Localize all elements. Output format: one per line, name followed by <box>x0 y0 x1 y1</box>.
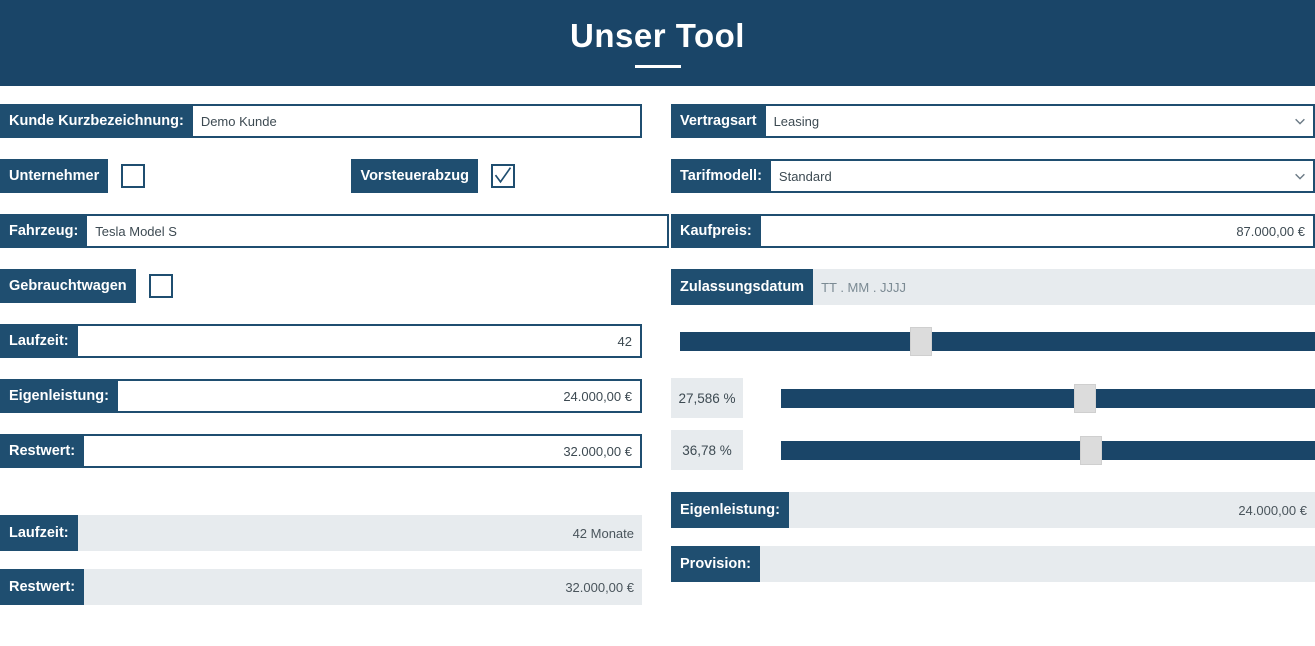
tarifmodell-value: Standard <box>778 168 832 184</box>
field-tarifmodell: Tarifmodell: Standard <box>671 159 1315 193</box>
field-fahrzeug: Fahrzeug: Tesla Model S <box>0 214 669 248</box>
vorsteuerabzug-checkbox[interactable] <box>491 164 515 188</box>
laufzeit-slider-thumb[interactable] <box>910 326 933 356</box>
vertragsart-label: Vertragsart <box>671 104 766 138</box>
unternehmer-label: Unternehmer <box>0 159 109 193</box>
summary-row-restwert: Restwert: 32.000,00 € <box>0 569 642 605</box>
zulassungsdatum-placeholder: TT . MM . JJJJ <box>821 279 907 295</box>
laufzeit-input[interactable]: 42 <box>77 324 642 358</box>
unternehmer-checkbox[interactable] <box>121 164 146 188</box>
unternehmer-group: Unternehmer <box>0 159 146 193</box>
summary-row-eigenleistung: Eigenleistung: 24.000,00 € <box>671 492 1315 528</box>
restwert-slider[interactable] <box>781 435 1315 465</box>
kaufpreis-label: Kaufpreis: <box>671 214 761 248</box>
summary-restwert-label: Restwert: <box>0 569 85 605</box>
field-kunde-kurzbezeichnung: Kunde Kurzbezeichnung: Demo Kunde <box>0 104 642 138</box>
fahrzeug-value: Tesla Model S <box>95 223 177 239</box>
kaufpreis-input[interactable]: 87.000,00 € <box>760 214 1315 248</box>
field-laufzeit: Laufzeit: 42 <box>0 324 642 358</box>
gebrauchtwagen-label: Gebrauchtwagen <box>0 269 136 303</box>
field-eigenleistung: Eigenleistung: 24.000,00 € <box>0 379 642 413</box>
laufzeit-slider-track[interactable] <box>680 331 1315 351</box>
fahrzeug-label: Fahrzeug: <box>0 214 88 248</box>
fahrzeug-input[interactable]: Tesla Model S <box>87 214 669 248</box>
slider-row-laufzeit <box>671 321 1315 361</box>
restwert-label: Restwert: <box>0 434 85 468</box>
summary-provision-label: Provision: <box>671 546 760 582</box>
field-kaufpreis: Kaufpreis: 87.000,00 € <box>671 214 1315 248</box>
form-content: Kunde Kurzbezeichnung: Demo Kunde Untern… <box>0 86 1315 646</box>
summary-row-laufzeit: Laufzeit: 42 Monate <box>0 515 642 551</box>
summary-laufzeit-value-box: 42 Monate <box>77 515 642 551</box>
eigenleistung-slider-thumb[interactable] <box>1074 383 1097 413</box>
vertragsart-select[interactable]: Leasing <box>765 104 1315 138</box>
zulassungsdatum-input[interactable]: TT . MM . JJJJ <box>813 269 1315 305</box>
slider-row-restwert: 36,78 % <box>671 430 1315 470</box>
chevron-down-icon[interactable] <box>1293 114 1307 128</box>
eigenleistung-input[interactable]: 24.000,00 € <box>117 379 642 413</box>
checkbox-row-unternehmer-vorsteuerabzug: Unternehmer Vorsteuerabzug <box>0 159 642 193</box>
gebrauchtwagen-group: Gebrauchtwagen <box>0 269 173 303</box>
gebrauchtwagen-checkbox[interactable] <box>148 274 173 298</box>
summary-eigenleistung-value-box: 24.000,00 € <box>788 492 1315 528</box>
summary-restwert-value: 32.000,00 € <box>565 579 634 595</box>
field-restwert: Restwert: 32.000,00 € <box>0 434 642 468</box>
checkbox-row-gebrauchtwagen: Gebrauchtwagen <box>0 269 642 303</box>
laufzeit-label: Laufzeit: <box>0 324 78 358</box>
right-column: Vertragsart Leasing Tarifmodell: Standar… <box>671 86 1315 582</box>
kunde-kurzbezeichnung-label: Kunde Kurzbezeichnung: <box>0 104 193 138</box>
summary-laufzeit-value: 42 Monate <box>572 525 634 541</box>
checkmark-icon <box>494 167 512 184</box>
restwert-percent-value: 36,78 % <box>682 442 732 458</box>
left-column: Kunde Kurzbezeichnung: Demo Kunde Untern… <box>0 86 669 605</box>
eigenleistung-label: Eigenleistung: <box>0 379 118 413</box>
summary-eigenleistung-label: Eigenleistung: <box>671 492 789 528</box>
kaufpreis-value: 87.000,00 € <box>1236 223 1305 239</box>
summary-row-provision: Provision: <box>671 546 1315 582</box>
restwert-slider-track[interactable] <box>781 440 1315 460</box>
vorsteuerabzug-group: Vorsteuerabzug <box>351 159 515 193</box>
eigenleistung-percent-box: 27,586 % <box>671 378 743 418</box>
laufzeit-slider[interactable] <box>680 326 1315 356</box>
restwert-slider-thumb[interactable] <box>1079 435 1102 465</box>
zulassungsdatum-label: Zulassungsdatum <box>671 269 814 305</box>
summary-provision-value-box <box>759 546 1315 582</box>
field-zulassungsdatum: Zulassungsdatum TT . MM . JJJJ <box>671 269 1315 305</box>
kunde-kurzbezeichnung-value: Demo Kunde <box>200 113 277 129</box>
summary-eigenleistung-value: 24.000,00 € <box>1238 502 1307 518</box>
summary-restwert-value-box: 32.000,00 € <box>84 569 642 605</box>
field-vertragsart: Vertragsart Leasing <box>671 104 1315 138</box>
tarifmodell-select[interactable]: Standard <box>770 159 1315 193</box>
tarifmodell-label: Tarifmodell: <box>671 159 771 193</box>
vertragsart-value: Leasing <box>773 113 820 129</box>
chevron-down-icon[interactable] <box>1293 169 1307 183</box>
restwert-value: 32.000,00 € <box>563 443 632 459</box>
summary-laufzeit-label: Laufzeit: <box>0 515 78 551</box>
title-underline-rule <box>634 64 681 68</box>
slider-row-eigenleistung: 27,586 % <box>671 378 1315 418</box>
eigenleistung-slider-track[interactable] <box>781 388 1315 408</box>
page-title: Unser Tool <box>570 16 745 54</box>
eigenleistung-percent-value: 27,586 % <box>678 390 736 406</box>
kunde-kurzbezeichnung-input[interactable]: Demo Kunde <box>192 104 642 138</box>
eigenleistung-value: 24.000,00 € <box>563 388 632 404</box>
laufzeit-value: 42 <box>617 333 632 349</box>
restwert-input[interactable]: 32.000,00 € <box>84 434 642 468</box>
app-header: Unser Tool <box>0 0 1315 86</box>
vorsteuerabzug-label: Vorsteuerabzug <box>351 159 478 193</box>
restwert-percent-box: 36,78 % <box>671 430 743 470</box>
eigenleistung-slider[interactable] <box>781 383 1315 413</box>
